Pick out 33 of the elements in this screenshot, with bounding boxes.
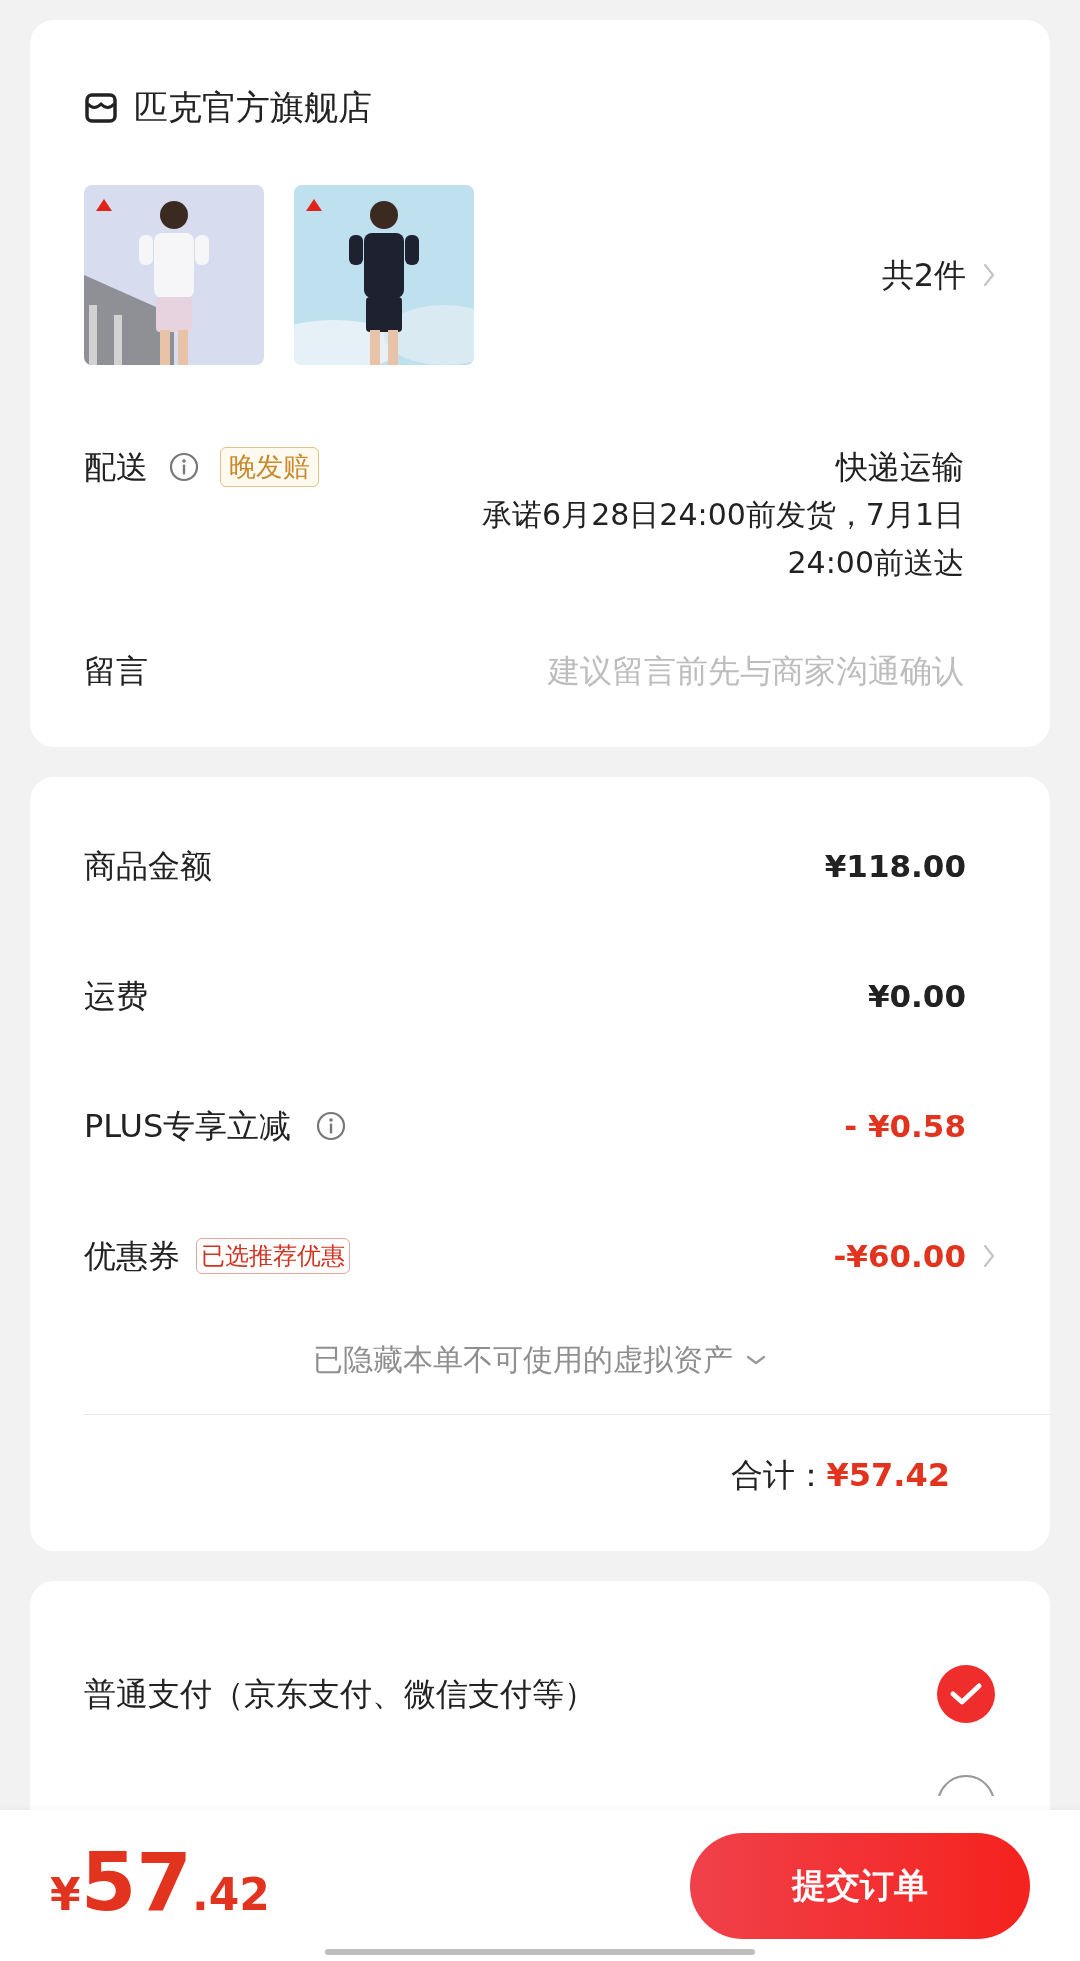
delivery-promise: 承诺6月28日24:00前发货，7月1日	[482, 496, 964, 534]
amount-value: ¥118.00	[824, 846, 966, 886]
info-icon[interactable]	[315, 1110, 348, 1142]
total-value: ¥57.42	[826, 1455, 950, 1496]
chevron-right-icon	[982, 1243, 996, 1269]
amount-value: - ¥0.58	[844, 1106, 966, 1146]
price-decimal: .42	[191, 1868, 270, 1922]
delivery-promise: 24:00前送达	[787, 544, 964, 582]
amount-label: 优惠券	[84, 1236, 180, 1277]
price-integer: 57	[80, 1843, 192, 1923]
info-icon[interactable]	[168, 451, 200, 483]
radio-icon[interactable]	[936, 1774, 996, 1796]
amount-label: 商品金额	[84, 846, 212, 887]
message-label: 留言	[84, 651, 148, 692]
chevron-down-icon	[745, 1353, 767, 1366]
payment-option[interactable]: 普通支付（京东支付、微信支付等）	[84, 1670, 596, 1718]
amount-label: PLUS专享立减	[84, 1106, 292, 1147]
submit-order-button[interactable]: 提交订单	[690, 1832, 1030, 1939]
message-field[interactable]: 建议留言前先与商家沟通确认	[404, 647, 964, 695]
coupon-tag: 已选推荐优惠	[196, 1238, 350, 1274]
chevron-right-icon	[982, 262, 996, 288]
amount-value: ¥0.00	[867, 976, 966, 1016]
late-compensation-tag: 晚发赔	[220, 447, 319, 487]
amount-label: 运费	[84, 976, 148, 1017]
store-name[interactable]: 匹克官方旗舰店	[134, 82, 372, 133]
item-count[interactable]: 共2件	[881, 251, 966, 299]
currency-symbol: ¥	[50, 1868, 81, 1922]
total-label: 合计：	[730, 1455, 827, 1496]
amount-value[interactable]: -¥60.00	[833, 1232, 966, 1280]
store-icon	[84, 91, 118, 124]
checked-radio-icon[interactable]	[936, 1664, 996, 1724]
delivery-label: 配送	[84, 447, 148, 488]
delivery-method[interactable]: 快递运输	[836, 443, 964, 491]
